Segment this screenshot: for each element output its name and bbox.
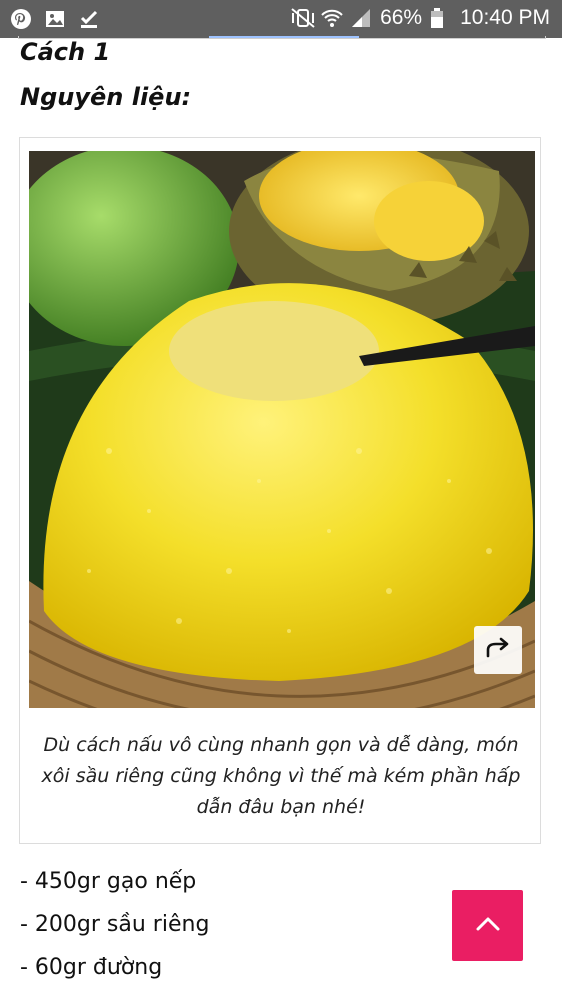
page-load-indicator — [209, 36, 359, 38]
list-item: - 60gr đường — [20, 955, 163, 980]
image-icon — [44, 8, 66, 30]
share-arrow-icon — [484, 636, 512, 664]
pinterest-icon — [10, 8, 32, 30]
ingredients-heading: Nguyên liệu: — [20, 83, 192, 111]
chevron-up-icon — [475, 916, 501, 936]
durian-sticky-rice-photo[interactable] — [29, 151, 535, 708]
list-item: - 450gr gạo nếp — [20, 869, 197, 894]
share-button[interactable] — [474, 626, 522, 674]
clock: 10:40 PM — [460, 6, 550, 29]
scroll-to-top-button[interactable] — [452, 890, 523, 961]
signal-icon — [350, 7, 372, 29]
wifi-icon — [320, 7, 343, 29]
ingredient-list: - 450gr gạo nếp - 200gr sầu riêng - 60gr… — [20, 866, 209, 995]
status-bar: 66% 10:40 PM — [0, 0, 562, 38]
battery-percent: 66% — [380, 6, 423, 29]
battery-icon — [430, 7, 452, 29]
download-done-icon — [78, 8, 100, 30]
figure-card: Dù cách nấu vô cùng nhanh gọn và dễ dàng… — [19, 137, 541, 844]
figure-caption: Dù cách nấu vô cùng nhanh gọn và dễ dàng… — [41, 734, 521, 818]
mute-vibrate-icon — [290, 7, 315, 29]
method-heading: Cách 1 — [20, 38, 111, 66]
list-item: - 200gr sầu riêng — [20, 912, 210, 937]
